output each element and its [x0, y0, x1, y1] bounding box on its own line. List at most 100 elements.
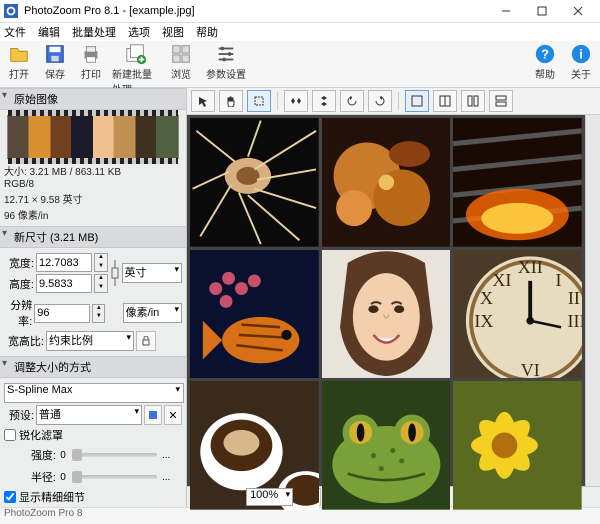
disk-icon: [148, 410, 158, 420]
aspect-lock-icon[interactable]: [110, 258, 120, 288]
help-icon: ?: [534, 43, 556, 65]
preview-v-scrollbar[interactable]: [585, 115, 600, 486]
resize-panel-header[interactable]: 调整大小的方式: [0, 356, 186, 378]
help-button[interactable]: ? 帮助: [530, 43, 560, 81]
preview-image[interactable]: XIIIIIVIIXIIIXIX: [187, 115, 585, 513]
save-icon: [44, 43, 66, 65]
view-quad-button[interactable]: [489, 90, 513, 112]
flip-v-button[interactable]: [312, 90, 336, 112]
zoom-select[interactable]: 100%: [246, 488, 293, 506]
sharpmask-label: 锐化滤罩: [19, 427, 63, 443]
original-size: 大小: 3.21 MB / 863.11 KB: [4, 163, 182, 178]
menu-batch[interactable]: 批量处理: [72, 24, 116, 40]
sharp-strength-label: 强度:: [4, 447, 56, 463]
unit-wh-select[interactable]: 英寸: [122, 263, 182, 283]
preview-tile: [453, 381, 582, 510]
preview-tile: XIIIIIVIIXIIIXIX: [453, 250, 582, 379]
sharp-strength-slider[interactable]: [72, 453, 157, 457]
quad-view-icon: [495, 95, 507, 107]
aspect-select[interactable]: 约束比例: [46, 331, 134, 351]
svg-text:XII: XII: [518, 257, 543, 277]
about-label: 关于: [571, 66, 591, 81]
original-thumbnail[interactable]: [7, 115, 179, 159]
width-spinner[interactable]: ▲▼: [94, 253, 108, 272]
preset-label: 预设:: [4, 407, 34, 423]
nav-tool-button[interactable]: [191, 90, 215, 112]
crop-tool-button[interactable]: [247, 90, 271, 112]
menu-view[interactable]: 视图: [162, 24, 184, 40]
sharp-radius-slider[interactable]: [72, 475, 157, 479]
split-v-icon: [467, 95, 479, 107]
preset-select[interactable]: 普通: [36, 405, 142, 425]
rotate-ccw-icon: [346, 95, 358, 107]
window-title: PhotoZoom Pro 8.1 - [example.jpg]: [24, 5, 488, 17]
preview-toolbar: [187, 88, 600, 115]
original-panel-header[interactable]: 原始图像: [0, 88, 186, 110]
print-label: 打印: [81, 66, 101, 81]
open-label: 打开: [9, 66, 29, 81]
sharpmask-checkbox[interactable]: [4, 429, 16, 441]
menu-help[interactable]: 帮助: [196, 24, 218, 40]
preview-tile: [190, 250, 319, 379]
rotate-cw-button[interactable]: [368, 90, 392, 112]
finedetail-checkbox[interactable]: [4, 491, 16, 503]
flip-h-button[interactable]: [284, 90, 308, 112]
newsize-panel-header[interactable]: 新尺寸 (3.21 MB): [0, 226, 186, 248]
about-icon: i: [570, 43, 592, 65]
lock-icon: [141, 336, 151, 346]
titlebar: PhotoZoom Pro 8.1 - [example.jpg]: [0, 0, 600, 23]
aspect-lock-button[interactable]: [136, 331, 156, 351]
menu-options[interactable]: 选项: [128, 24, 150, 40]
sharp-radius-label: 半径:: [4, 469, 56, 485]
res-spinner[interactable]: ▲▼: [92, 304, 105, 323]
settings-icon: [215, 43, 237, 65]
rotate-ccw-button[interactable]: [340, 90, 364, 112]
svg-text:?: ?: [541, 47, 549, 62]
method-select[interactable]: S-Spline Max: [4, 383, 184, 403]
browse-button[interactable]: 浏览: [166, 43, 196, 81]
view-split-v-button[interactable]: [461, 90, 485, 112]
unit-res-select[interactable]: 像素/in: [123, 303, 182, 323]
view-single-button[interactable]: [405, 90, 429, 112]
aspect-label: 宽高比:: [4, 333, 44, 349]
view-split-h-button[interactable]: [433, 90, 457, 112]
rotate-cw-icon: [374, 95, 386, 107]
svg-text:I: I: [556, 270, 562, 290]
svg-text:VI: VI: [521, 360, 540, 379]
preview-tile: [190, 118, 319, 247]
open-button[interactable]: 打开: [4, 43, 34, 81]
height-spinner[interactable]: ▲▼: [94, 274, 108, 293]
save-button[interactable]: 保存: [40, 43, 70, 81]
svg-text:II: II: [568, 288, 580, 308]
about-button[interactable]: i 关于: [566, 43, 596, 81]
preview-tile: [322, 118, 451, 247]
original-dim: 12.71 × 9.58 英寸: [4, 191, 182, 206]
hand-icon: [225, 95, 237, 107]
res-input[interactable]: [34, 304, 90, 323]
menu-edit[interactable]: 编辑: [38, 24, 60, 40]
preset-save-button[interactable]: [144, 405, 162, 425]
res-label: 分辨率:: [4, 297, 32, 329]
width-input[interactable]: [36, 253, 92, 272]
svg-text:III: III: [568, 311, 582, 331]
preset-delete-button[interactable]: ✕: [164, 405, 182, 425]
preview-panel: XIIIIIVIIXIIIXIX 预览缩放: 100%: [187, 88, 600, 507]
finedetail-label: 显示精细细节: [19, 489, 85, 505]
browse-label: 浏览: [171, 66, 191, 81]
toolbar: 打开 保存 打印 新建批量处理 浏览 参数设置 ? 帮助 i 关于: [0, 41, 600, 88]
print-button[interactable]: 打印: [76, 43, 106, 81]
hand-tool-button[interactable]: [219, 90, 243, 112]
batch-icon: [125, 43, 147, 65]
settings-button[interactable]: 参数设置: [202, 43, 250, 81]
close-button[interactable]: [560, 0, 596, 22]
height-input[interactable]: [36, 274, 92, 293]
original-res: 96 像素/in: [4, 207, 182, 222]
maximize-button[interactable]: [524, 0, 560, 22]
minimize-button[interactable]: [488, 0, 524, 22]
preview-tile: [322, 250, 451, 379]
menubar: 文件 编辑 批量处理 选项 视图 帮助: [0, 23, 600, 41]
print-icon: [80, 43, 102, 65]
svg-text:IX: IX: [475, 311, 494, 331]
menu-file[interactable]: 文件: [4, 24, 26, 40]
flip-h-icon: [290, 95, 302, 107]
